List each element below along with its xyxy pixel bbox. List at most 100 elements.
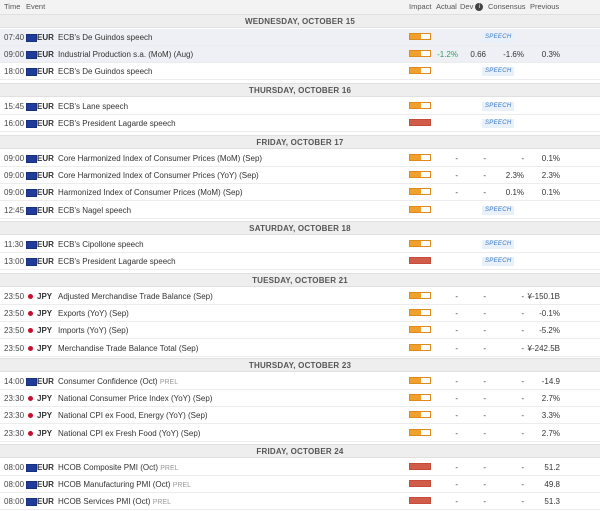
event-title[interactable]: ECB's De Guindos speech	[58, 67, 152, 76]
speech-badge[interactable]: SPEECH	[482, 67, 515, 77]
deviation-value: -	[483, 411, 486, 421]
actual-value: -	[455, 497, 458, 507]
event-row[interactable]: 23:50 JPY Merchandise Trade Balance Total …	[0, 340, 600, 357]
event-row[interactable]: 08:00 EUR HCOB Services PMI (Oct) PREL - - - 5…	[0, 493, 600, 511]
japan-flag-icon	[28, 345, 33, 351]
event-name[interactable]: Core Harmonized Index of Consumer Prices…	[58, 150, 262, 167]
event-title[interactable]: ECB's President Lagarde speech	[58, 119, 176, 128]
event-name[interactable]: National CPI ex Fresh Food (YoY) (Sep)	[58, 425, 200, 442]
event-title[interactable]: National Consumer Price Index (YoY) (Sep…	[58, 394, 212, 403]
event-name[interactable]: ECB's President Lagarde speech	[58, 253, 176, 270]
event-row[interactable]: 09:00 EUR Core Harmonized Index of Consume…	[0, 167, 600, 185]
event-row[interactable]: 14:00 EUR Consumer Confidence (Oct) PREL - -…	[0, 373, 600, 390]
event-row[interactable]: 23:30 JPY National Consumer Price Index (Y…	[0, 390, 600, 408]
event-time: 23:50	[4, 326, 25, 336]
previous-value: ¥-150.1B	[527, 292, 560, 301]
event-name[interactable]: HCOB Manufacturing PMI (Oct) PREL	[58, 476, 191, 493]
event-name[interactable]: Exports (YoY) (Sep)	[58, 305, 129, 322]
eu-flag-icon	[26, 34, 37, 42]
actual-column-header[interactable]: Actual	[436, 0, 457, 14]
event-row[interactable]: 23:50 JPY Adjusted Merchandise Trade Balan…	[0, 288, 600, 305]
event-title[interactable]: ECB's Lane speech	[58, 102, 128, 111]
event-title[interactable]: Adjusted Merchandise Trade Balance (Sep)	[58, 292, 213, 301]
consensus-value: -	[521, 428, 524, 438]
event-title[interactable]: ECB's President Lagarde speech	[58, 257, 176, 266]
event-name[interactable]: National CPI ex Food, Energy (YoY) (Sep)	[58, 407, 208, 424]
speech-badge[interactable]: SPEECH	[482, 205, 515, 215]
event-title[interactable]: Merchandise Trade Balance Total (Sep)	[58, 344, 198, 353]
event-row[interactable]: 15:45 EUR ECB's Lane speech SPEECH	[0, 98, 600, 115]
event-row[interactable]: 09:00 EUR Core Harmonized Index of Consume…	[0, 150, 600, 167]
consensus-column-header[interactable]: Consensus	[488, 0, 526, 14]
event-time: 23:30	[4, 428, 25, 438]
event-title[interactable]: Imports (YoY) (Sep)	[58, 326, 128, 335]
event-currency: EUR	[37, 497, 54, 507]
event-row[interactable]: 18:00 EUR ECB's De Guindos speech SPEECH	[0, 63, 600, 81]
event-title[interactable]: Harmonized Index of Consumer Prices (MoM…	[58, 188, 243, 197]
event-name[interactable]: Imports (YoY) (Sep)	[58, 322, 128, 339]
event-title[interactable]: Core Harmonized Index of Consumer Prices…	[58, 154, 262, 163]
event-column-header[interactable]: Event	[26, 0, 45, 14]
event-title[interactable]: Industrial Production s.a. (MoM) (Aug)	[58, 50, 193, 59]
event-name[interactable]: Industrial Production s.a. (MoM) (Aug)	[58, 46, 193, 63]
event-name[interactable]: Merchandise Trade Balance Total (Sep)	[58, 340, 198, 357]
event-name[interactable]: National Consumer Price Index (YoY) (Sep…	[58, 390, 212, 407]
event-row[interactable]: 07:40 EUR ECB's De Guindos speech SPEECH	[0, 29, 600, 46]
event-time: 18:00	[4, 67, 25, 77]
event-row[interactable]: 23:30 JPY National CPI ex Food, Energy (Yo…	[0, 407, 600, 425]
speech-badge[interactable]: SPEECH	[482, 257, 515, 267]
event-title[interactable]: ECB's De Guindos speech	[58, 33, 152, 42]
event-name[interactable]: Core Harmonized Index of Consumer Prices…	[58, 167, 259, 184]
event-name[interactable]: ECB's Lane speech	[58, 98, 128, 115]
impact-indicator	[409, 102, 431, 109]
time-column-header[interactable]: Time	[4, 0, 20, 14]
event-title[interactable]: ECB's Cipollone speech	[58, 240, 144, 249]
event-name[interactable]: ECB's Cipollone speech	[58, 236, 144, 253]
speech-badge[interactable]: SPEECH	[482, 240, 515, 249]
event-name[interactable]: Adjusted Merchandise Trade Balance (Sep)	[58, 288, 213, 305]
event-name[interactable]: ECB's De Guindos speech	[58, 63, 152, 80]
event-title[interactable]: National CPI ex Food, Energy (YoY) (Sep)	[58, 411, 208, 420]
eu-flag-icon	[26, 51, 37, 60]
impact-fill	[410, 206, 421, 212]
event-title[interactable]: Exports (YoY) (Sep)	[58, 309, 129, 318]
event-name[interactable]: ECB's De Guindos speech	[58, 29, 152, 46]
event-name[interactable]: HCOB Services PMI (Oct) PREL	[58, 493, 171, 510]
event-row[interactable]: 16:00 EUR ECB's President Lagarde speech SP…	[0, 115, 600, 133]
event-name[interactable]: HCOB Composite PMI (Oct) PREL	[58, 459, 179, 476]
event-title[interactable]: HCOB Services PMI (Oct)	[58, 497, 150, 506]
speech-badge[interactable]: SPEECH	[482, 102, 515, 111]
event-title[interactable]: HCOB Manufacturing PMI (Oct)	[58, 480, 170, 489]
event-title[interactable]: Core Harmonized Index of Consumer Prices…	[58, 171, 259, 180]
event-name[interactable]: ECB's President Lagarde speech	[58, 115, 176, 132]
event-row[interactable]: 23:30 JPY National CPI ex Fresh Food (YoY)…	[0, 425, 600, 442]
event-row[interactable]: 09:00 EUR Harmonized Index of Consumer Pri…	[0, 184, 600, 202]
previous-value: 0.1%	[541, 154, 560, 163]
event-time: 08:00	[4, 480, 25, 490]
previous-column-header[interactable]: Previous	[530, 0, 559, 14]
event-title[interactable]: National CPI ex Fresh Food (YoY) (Sep)	[58, 429, 200, 438]
event-name[interactable]: Consumer Confidence (Oct) PREL	[58, 373, 178, 390]
info-icon[interactable]: i	[475, 3, 484, 12]
event-row[interactable]: 08:00 EUR HCOB Composite PMI (Oct) PREL - - -…	[0, 459, 600, 476]
dev-column-header[interactable]: Dev i	[460, 0, 484, 14]
event-row[interactable]: 23:50 JPY Exports (YoY) (Sep) - - - -0.1%	[0, 305, 600, 323]
event-title[interactable]: Consumer Confidence (Oct)	[58, 377, 158, 386]
speech-badge[interactable]: SPEECH	[482, 33, 515, 42]
impact-column-header[interactable]: Impact	[409, 0, 432, 14]
previous-value: 2.7%	[541, 394, 560, 404]
event-title[interactable]: HCOB Composite PMI (Oct)	[58, 463, 158, 472]
event-row[interactable]: 11:30 EUR ECB's Cipollone speech SPEECH	[0, 236, 600, 253]
event-row[interactable]: 09:00 EUR Industrial Production s.a. (MoM)…	[0, 46, 600, 64]
event-row[interactable]: 23:50 JPY Imports (YoY) (Sep) - - - -5.2%	[0, 322, 600, 340]
deviation-value: -	[483, 188, 486, 198]
event-currency: JPY	[37, 343, 53, 353]
previous-value: 0.3%	[541, 50, 560, 60]
event-name[interactable]: ECB's Nagel speech	[58, 202, 131, 219]
event-name[interactable]: Harmonized Index of Consumer Prices (MoM…	[58, 184, 243, 201]
event-row[interactable]: 12:45 EUR ECB's Nagel speech SPEECH	[0, 202, 600, 219]
speech-badge[interactable]: SPEECH	[482, 119, 515, 129]
event-title[interactable]: ECB's Nagel speech	[58, 206, 131, 215]
event-row[interactable]: 08:00 EUR HCOB Manufacturing PMI (Oct) PRE…	[0, 476, 600, 494]
event-row[interactable]: 13:00 EUR ECB's President Lagarde speech SP…	[0, 253, 600, 271]
